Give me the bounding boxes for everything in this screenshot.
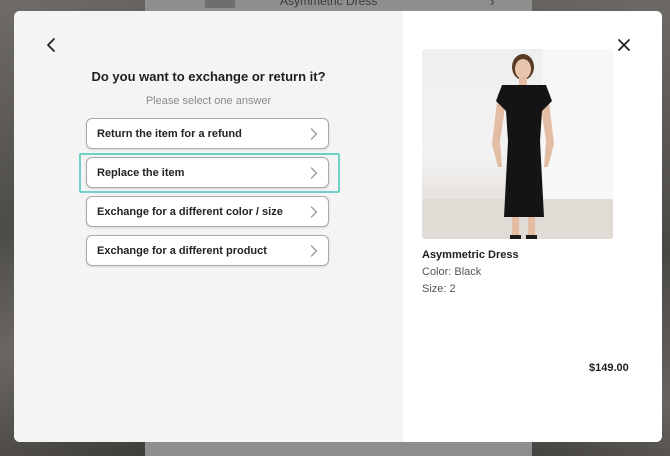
option-exchange-color-size[interactable]: Exchange for a different color / size <box>86 196 329 227</box>
option-label: Replace the item <box>97 167 185 179</box>
back-button[interactable] <box>44 37 60 53</box>
chevron-right-icon <box>310 128 318 140</box>
chevron-right-icon <box>310 167 318 179</box>
close-icon <box>618 39 630 51</box>
option-label: Exchange for a different product <box>97 245 267 257</box>
chevron-right-icon <box>310 206 318 218</box>
product-name: Asymmetric Dress <box>422 249 519 261</box>
product-color: Color: Black <box>422 266 482 278</box>
background-product-title: Asymmetric Dress <box>280 0 378 8</box>
chevron-left-icon <box>47 38 55 52</box>
option-return-refund[interactable]: Return the item for a refund <box>86 118 329 149</box>
instruction-text: Please select one answer <box>145 95 272 107</box>
close-button[interactable] <box>616 37 632 53</box>
page-title: Do you want to exchange or return it? <box>91 69 326 84</box>
product-size: Size: 2 <box>422 283 456 295</box>
dress-model-illustration <box>422 49 613 239</box>
background-chevron-icon: › <box>490 0 495 9</box>
product-image <box>422 49 613 239</box>
option-label: Return the item for a refund <box>97 128 242 140</box>
product-price: $149.00 <box>589 362 629 374</box>
option-label: Exchange for a different color / size <box>97 206 283 218</box>
background-thumbnail <box>205 0 235 8</box>
option-replace-item[interactable]: Replace the item <box>86 157 329 188</box>
option-exchange-product[interactable]: Exchange for a different product <box>86 235 329 266</box>
chevron-right-icon <box>310 245 318 257</box>
